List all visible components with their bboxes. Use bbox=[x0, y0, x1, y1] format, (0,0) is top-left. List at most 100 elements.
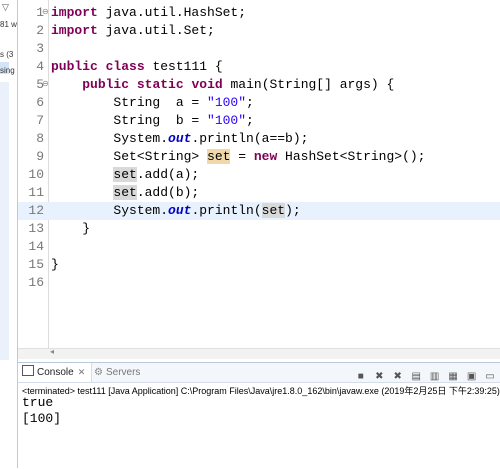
code-text: Set<String> set = new HashSet<String>(); bbox=[51, 148, 425, 166]
code-text: String b = "100"; bbox=[51, 112, 254, 130]
code-token: public bbox=[51, 59, 98, 74]
line-number: 12 bbox=[28, 203, 44, 218]
code-token: .add(a); bbox=[136, 167, 200, 182]
line-number: 13 bbox=[28, 221, 44, 236]
code-token: static bbox=[136, 77, 184, 92]
scroll-lock-icon[interactable]: ▥ bbox=[429, 371, 441, 383]
code-token: test111 { bbox=[144, 59, 223, 74]
code-line[interactable]: 9 Set<String> set = new HashSet<String>(… bbox=[18, 148, 500, 166]
code-text: System.out.println(a==b); bbox=[51, 130, 308, 148]
code-token: set bbox=[261, 203, 286, 218]
code-token: main(String[] args) { bbox=[222, 77, 395, 92]
fold-toggle-icon[interactable]: ⊖ bbox=[42, 76, 49, 94]
code-token: System. bbox=[51, 131, 169, 146]
tab-console[interactable]: Console ✕ bbox=[18, 363, 93, 382]
code-line[interactable]: 8 System.out.println(a==b); bbox=[18, 130, 500, 148]
line-number: 7 bbox=[36, 113, 44, 128]
pin-console-icon[interactable]: ▦ bbox=[447, 371, 459, 383]
code-token: set bbox=[207, 149, 231, 164]
line-number: 5 bbox=[36, 77, 44, 92]
code-text: import java.util.HashSet; bbox=[51, 4, 246, 22]
tab-servers-label: Servers bbox=[105, 367, 141, 378]
line-number: 4 bbox=[36, 59, 44, 74]
remove-all-icon[interactable]: ✖ bbox=[392, 371, 404, 383]
code-text: public class test111 { bbox=[51, 58, 223, 76]
code-token: out bbox=[168, 131, 192, 146]
code-token: java.util.HashSet; bbox=[97, 5, 247, 20]
code-text: public static void main(String[] args) { bbox=[51, 76, 394, 94]
horizontal-scrollbar[interactable]: ◂ bbox=[18, 347, 500, 359]
code-line[interactable]: 1 ⊖ import java.util.HashSet; bbox=[18, 4, 500, 22]
line-number: 8 bbox=[36, 131, 44, 146]
code-text: String a = "100"; bbox=[51, 94, 254, 112]
code-line[interactable]: 5 ⊖ public static void main(String[] args… bbox=[18, 76, 500, 94]
code-token: ; bbox=[246, 95, 254, 110]
code-token: ; bbox=[246, 113, 254, 128]
code-line[interactable]: 15} bbox=[18, 256, 500, 274]
code-token: System. bbox=[51, 203, 169, 218]
code-line[interactable]: 7 String b = "100"; bbox=[18, 112, 500, 130]
line-number: 2 bbox=[36, 23, 44, 38]
code-line[interactable]: 11 set.add(b); bbox=[18, 184, 500, 202]
code-text: import java.util.Set; bbox=[51, 22, 215, 40]
display-console-icon[interactable]: ▣ bbox=[466, 371, 478, 383]
code-token: ); bbox=[285, 203, 301, 218]
code-line[interactable]: 10 set.add(a); bbox=[18, 166, 500, 184]
console-output-line: true bbox=[22, 395, 54, 410]
code-token: Set<String> bbox=[51, 149, 208, 164]
line-number: 3 bbox=[36, 41, 44, 56]
tab-console-label: Console bbox=[37, 367, 74, 378]
clear-console-icon[interactable]: ▤ bbox=[410, 371, 422, 383]
code-line[interactable]: 12 System.out.println(set); bbox=[18, 202, 500, 220]
code-token: = bbox=[230, 149, 254, 164]
scroll-left-icon[interactable]: ◂ bbox=[50, 347, 54, 356]
console-output-line: [100] bbox=[22, 411, 62, 426]
panel-text-fragment: sing bbox=[0, 66, 15, 75]
code-line[interactable]: 3 bbox=[18, 40, 500, 58]
chevron-down-icon[interactable]: ▽ bbox=[2, 2, 9, 13]
open-console-icon[interactable]: ▭ bbox=[484, 371, 496, 383]
line-number: 15 bbox=[28, 257, 44, 272]
code-token: java.util.Set; bbox=[97, 23, 215, 38]
code-text: set.add(a); bbox=[51, 166, 199, 184]
code-token: } bbox=[51, 257, 59, 272]
tab-servers[interactable]: ⚙ Servers bbox=[90, 363, 146, 382]
fold-toggle-icon[interactable]: ⊖ bbox=[42, 4, 49, 22]
left-lower-panel bbox=[0, 360, 18, 468]
code-line[interactable]: 13 } bbox=[18, 220, 500, 238]
line-number: 6 bbox=[36, 95, 44, 110]
terminate-icon[interactable]: ■ bbox=[355, 371, 367, 383]
line-number: 10 bbox=[28, 167, 44, 182]
servers-icon: ⚙ bbox=[94, 367, 103, 378]
code-token: void bbox=[191, 77, 223, 92]
code-editor[interactable]: 1 ⊖ import java.util.HashSet; 2 import java.… bbox=[18, 0, 500, 348]
code-token: String a = bbox=[51, 95, 208, 110]
code-line[interactable]: 2 import java.util.Set; bbox=[18, 22, 500, 40]
remove-launch-icon[interactable]: ✖ bbox=[373, 371, 385, 383]
code-line[interactable]: 6 String a = "100"; bbox=[18, 94, 500, 112]
close-icon[interactable]: ✕ bbox=[78, 367, 86, 377]
panel-scroll-area bbox=[0, 82, 9, 360]
code-token: .add(b); bbox=[136, 185, 200, 200]
line-number: 14 bbox=[28, 239, 44, 254]
code-line[interactable]: 4 public class test111 { bbox=[18, 58, 500, 76]
code-token: out bbox=[168, 203, 192, 218]
code-token: import bbox=[51, 23, 98, 38]
code-token: set bbox=[113, 185, 137, 200]
code-token: HashSet<String>(); bbox=[277, 149, 426, 164]
code-token: String b = bbox=[51, 113, 208, 128]
line-number: 11 bbox=[28, 185, 44, 200]
code-token: .println(a==b); bbox=[191, 131, 309, 146]
line-number: 9 bbox=[36, 149, 44, 164]
code-text: } bbox=[51, 220, 90, 238]
code-line[interactable]: 16 bbox=[18, 274, 500, 292]
code-line[interactable]: 14 bbox=[18, 238, 500, 256]
code-text: } bbox=[51, 256, 59, 274]
code-token: .println( bbox=[191, 203, 262, 218]
console-tab-bar: Console ✕ ⚙ Servers ■ ✖ ✖ ▤ ▥ ▦ ▣ ▭ bbox=[18, 363, 500, 383]
